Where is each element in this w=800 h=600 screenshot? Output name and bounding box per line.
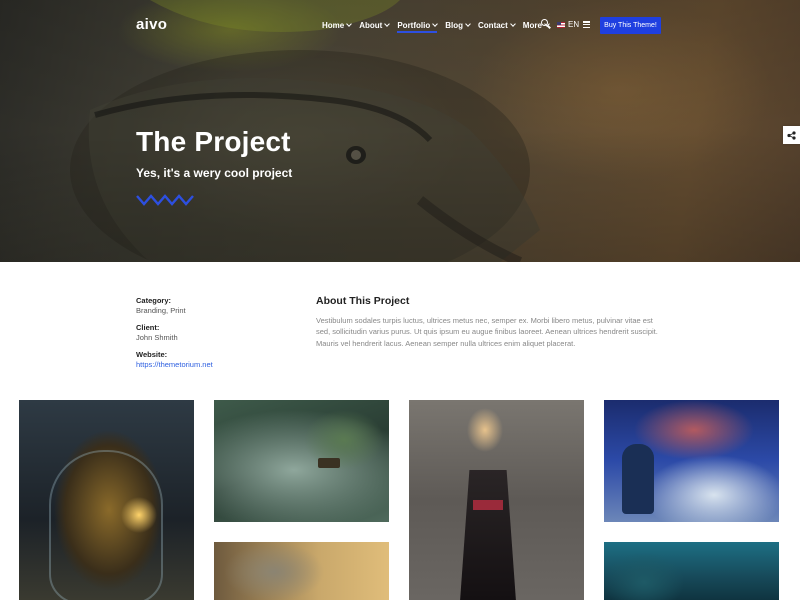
nav-item-label: Contact: [478, 20, 508, 30]
hero-section: aivo Home About Portfolio Blog Contact M…: [0, 0, 800, 262]
category-label: Category:: [136, 296, 172, 305]
share-button[interactable]: [783, 126, 800, 144]
gallery-image[interactable]: [19, 400, 194, 600]
page-subtitle: Yes, it's a wery cool project: [136, 166, 293, 180]
gallery-image[interactable]: [604, 542, 779, 600]
site-logo[interactable]: aivo: [136, 16, 167, 33]
share-icon: [787, 130, 796, 140]
gallery-image[interactable]: [214, 400, 389, 522]
menu-icon[interactable]: [583, 21, 590, 28]
language-switcher[interactable]: EN: [557, 20, 579, 29]
search-icon[interactable]: [541, 19, 551, 29]
client-label: Client:: [136, 323, 160, 332]
main-nav: Home About Portfolio Blog Contact More: [322, 19, 557, 33]
chevron-down-icon: [346, 21, 353, 27]
gallery-image[interactable]: [214, 542, 389, 600]
language-label: EN: [568, 20, 580, 29]
nav-item-label: Blog: [445, 20, 464, 30]
gallery-image[interactable]: [409, 400, 584, 600]
page-title: The Project: [136, 126, 291, 157]
category-value: Branding, Print: [136, 306, 186, 315]
client-value: John Shmith: [136, 333, 178, 342]
nav-item-about[interactable]: About: [359, 19, 391, 31]
nav-item-label: More: [522, 20, 542, 30]
gallery-image[interactable]: [604, 400, 779, 522]
chevron-down-icon: [432, 21, 439, 27]
nav-item-label: Portfolio: [397, 20, 431, 30]
website-label: Website:: [136, 350, 168, 359]
about-project: About This Project Vestibulum sodales tu…: [316, 295, 666, 349]
zigzag-divider: [136, 194, 194, 206]
hero-overlay: [0, 0, 800, 262]
nav-item-label: About: [359, 20, 383, 30]
about-title: About This Project: [316, 295, 410, 307]
nav-item-home[interactable]: Home: [322, 19, 353, 31]
website-link[interactable]: https://themetorium.net: [136, 360, 286, 370]
about-body: Vestibulum sodales turpis luctus, ultric…: [316, 316, 658, 348]
flag-icon: [557, 21, 565, 28]
nav-item-label: Home: [322, 20, 345, 30]
nav-item-blog[interactable]: Blog: [445, 19, 471, 31]
nav-item-portfolio[interactable]: Portfolio: [397, 19, 439, 33]
chevron-down-icon: [465, 21, 471, 27]
chevron-down-icon: [509, 21, 516, 27]
project-meta: Category: Branding, Print Client: John S…: [136, 296, 286, 370]
chevron-down-icon: [384, 21, 391, 27]
buy-theme-button[interactable]: Buy This Theme!: [600, 17, 661, 34]
nav-item-contact[interactable]: Contact: [478, 19, 516, 31]
